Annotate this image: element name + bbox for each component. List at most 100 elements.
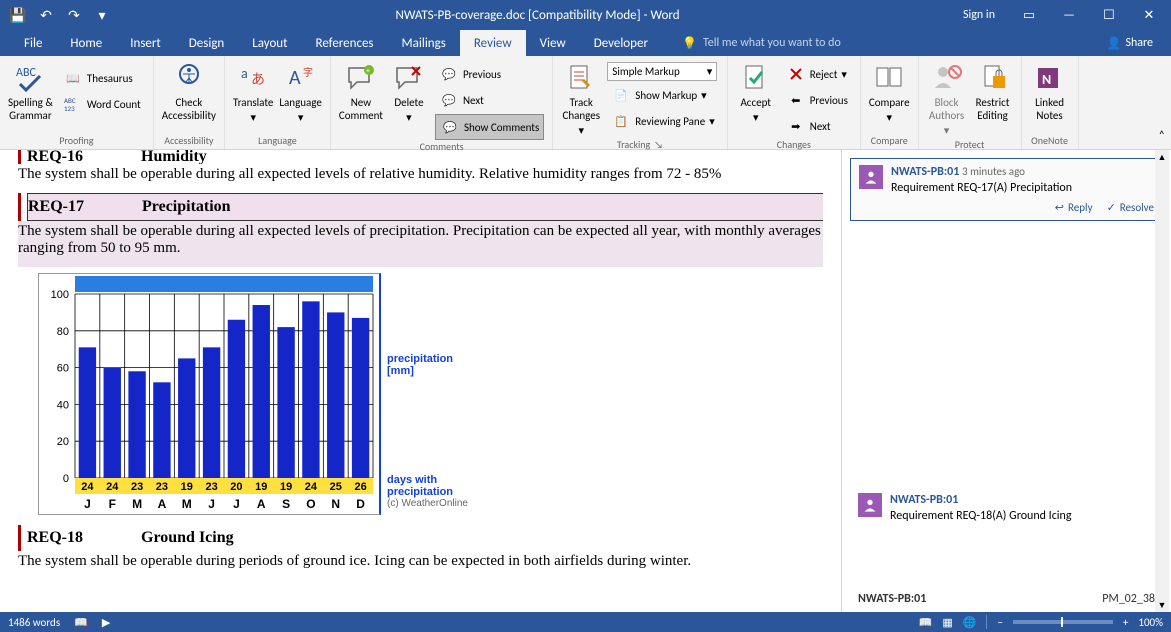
comment-2[interactable]: NWATS-PB:01 Requirement REQ-18(A) Ground… [850,487,1163,529]
view-print-icon[interactable]: ▦ [942,616,952,629]
tell-me-search[interactable]: 💡 Tell me what you want to do [662,30,841,56]
svg-text:D: D [356,497,365,511]
compare-button[interactable]: Compare▾ [869,62,910,124]
onenote-label: Linked Notes [1035,96,1064,122]
comment-1-text: Requirement REQ-17(A) Precipitation [891,181,1072,195]
language-button[interactable]: A字 Language▾ [279,62,321,124]
next-comment-icon: 💬 [439,90,459,110]
previous-comment-button[interactable]: 💬Previous [435,62,544,86]
comment-1[interactable]: NWATS-PB:01 3 minutes ago Requirement RE… [850,158,1163,221]
svg-text:19: 19 [280,481,292,493]
svg-text:24: 24 [81,481,94,493]
tab-file[interactable]: File [10,30,56,56]
minimize-icon[interactable]: — [1055,8,1083,23]
zoom-in-button[interactable]: + [1123,616,1128,629]
status-spell-icon[interactable]: 📖 [74,616,88,629]
chevron-down-icon: ▾ [579,124,585,137]
share-icon: 👤 [1106,36,1121,51]
tab-review[interactable]: Review [460,30,526,56]
linked-notes-button[interactable]: N Linked Notes [1030,62,1070,122]
redo-icon[interactable]: ↷ [64,5,84,25]
share-button[interactable]: 👤 Share [1096,30,1163,56]
spelling-label: Spelling & Grammar [8,96,53,122]
restrict-editing-button[interactable]: Restrict Editing [973,62,1013,122]
svg-text:N: N [331,497,340,511]
view-web-icon[interactable]: 🌐 [963,616,977,629]
svg-text:あ: あ [251,71,265,88]
maximize-icon[interactable]: ☐ [1095,8,1123,23]
translate-button[interactable]: aあ Translate▾ [233,62,273,124]
ribbon-options-icon[interactable]: ▭ [1015,8,1043,23]
show-comments-button[interactable]: 💬Show Comments [435,114,544,140]
markup-dropdown[interactable]: Simple Markup▾ [607,62,717,81]
svg-text:F: F [109,497,116,511]
tab-mailings[interactable]: Mailings [388,30,460,56]
compare-label: Compare [869,96,910,109]
thesaurus-button[interactable]: 📖Thesaurus [59,66,145,90]
svg-text:A: A [257,497,266,511]
zoom-out-button[interactable]: − [997,616,1002,629]
tab-view[interactable]: View [526,30,580,56]
show-markup-icon: 📄 [611,85,631,105]
tab-developer[interactable]: Developer [580,30,662,56]
track-changes-button[interactable]: Track Changes▾ [561,62,601,138]
tab-references[interactable]: References [302,30,388,56]
new-comment-button[interactable]: + New Comment [339,62,383,122]
resolve-button[interactable]: ✓Resolve [1107,201,1154,214]
accept-button[interactable]: Accept▾ [736,62,776,124]
collapse-ribbon-icon[interactable]: ˄ [1153,56,1171,149]
svg-text:ABC: ABC [16,66,36,80]
undo-icon[interactable]: ↶ [36,5,56,25]
legend-precip-unit: [mm] [387,365,468,377]
comments-scrollbar[interactable]: ▲ ▼ [1155,150,1169,612]
zoom-slider[interactable] [1013,620,1113,624]
language-group-label: Language [258,134,297,149]
req16-title: Humidity [141,150,207,164]
restrict-label: Restrict Editing [976,96,1010,122]
svg-text:40: 40 [57,399,69,411]
close-icon[interactable]: ✕ [1135,8,1163,23]
svg-text:J: J [208,497,215,511]
block-authors-button[interactable]: Block Authors▾ [927,62,967,138]
show-markup-button[interactable]: 📄Show Markup▾ [607,83,718,107]
tab-home[interactable]: Home [56,30,116,56]
status-macro-icon[interactable]: ▶ [102,616,110,629]
check-accessibility-button[interactable]: Check Accessibility [162,62,216,122]
tab-insert[interactable]: Insert [116,30,175,56]
reject-icon [786,64,806,84]
svg-text:S: S [282,497,290,511]
zoom-level[interactable]: 100% [1138,616,1163,629]
translate-icon: aあ [237,62,269,94]
dialog-launcher-icon[interactable]: ↘ [654,138,663,151]
save-icon[interactable]: 💾 [8,5,28,25]
reply-icon: ↩ [1055,201,1064,214]
legend-precip: precipitation [387,353,468,365]
next-change-button[interactable]: ➡Next [782,114,852,138]
chevron-down-icon: ▾ [707,65,713,78]
next-icon: ➡ [786,116,806,136]
tab-layout[interactable]: Layout [238,30,301,56]
status-word-count[interactable]: 1486 words [8,616,60,629]
reply-button[interactable]: ↩Reply [1055,201,1093,214]
view-read-icon[interactable]: 📖 [919,616,933,629]
word-count-button[interactable]: ABC123Word Count [59,92,145,116]
tracking-group-label: Tracking [617,138,650,151]
qat-more-icon[interactable]: ▾ [92,5,112,25]
language-label: Language [279,96,321,109]
legend-days: days with [387,474,468,486]
reject-button[interactable]: Reject▾ [782,62,852,86]
tab-design[interactable]: Design [175,30,238,56]
next-comment-button[interactable]: 💬Next [435,88,544,112]
comment-3-author: NWATS-PB:01 [858,592,926,606]
accessibility-label: Check Accessibility [162,96,216,122]
spelling-grammar-button[interactable]: ABC Spelling & Grammar [8,62,53,122]
precipitation-chart: 020406080100242423231923201919242526JFMA… [38,273,823,515]
reviewing-pane-button[interactable]: 📋Reviewing Pane▾ [607,109,718,133]
sign-in-link[interactable]: Sign in [963,8,995,22]
req17-title: Precipitation [142,198,231,215]
reject-label: Reject [810,68,838,81]
window-title: NWATS-PB-coverage.doc [Compatibility Mod… [112,8,963,23]
delete-comment-button[interactable]: Delete▾ [389,62,429,124]
previous-change-button[interactable]: ⬅Previous [782,88,852,112]
block-label: Block Authors [929,96,964,122]
